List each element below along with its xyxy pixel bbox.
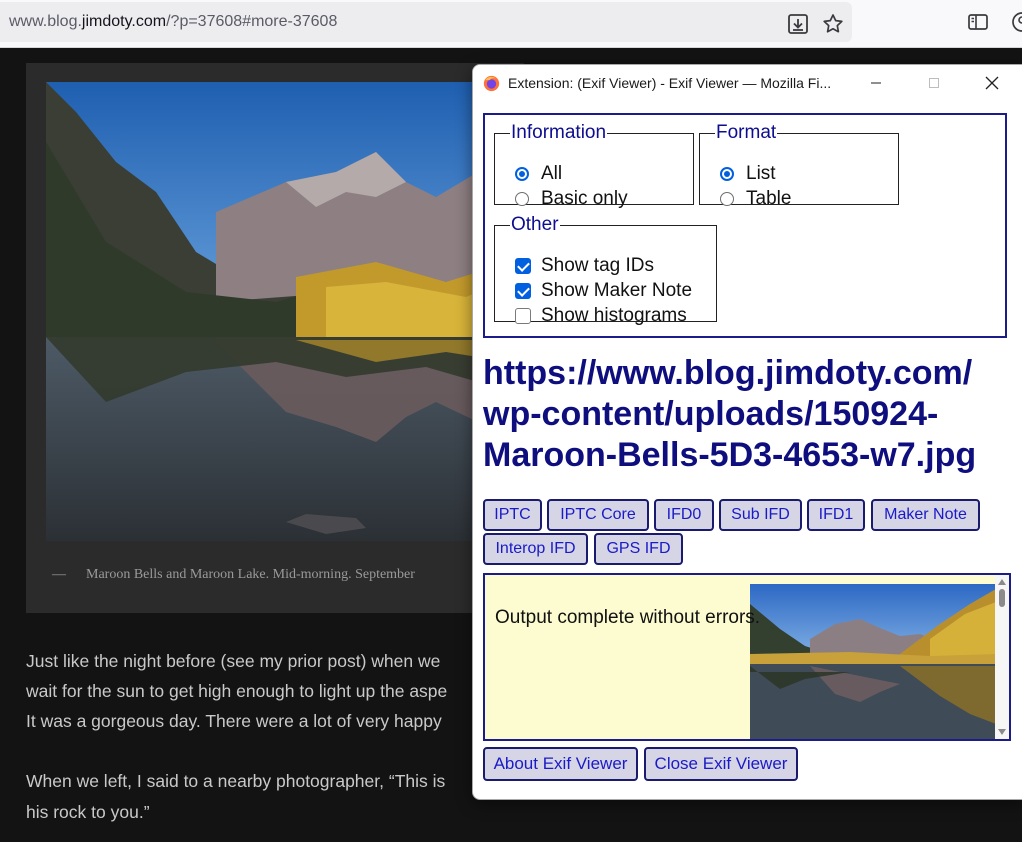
- paragraph-line: It was a gorgeous day. There were a lot …: [26, 711, 442, 731]
- caption-text: Maroon Bells and Maroon Lake. Mid-mornin…: [86, 567, 415, 582]
- option-label: All: [541, 163, 563, 184]
- account-icon[interactable]: [1010, 10, 1022, 34]
- option-label: Show tag IDs: [541, 255, 654, 276]
- iptc-button[interactable]: IPTC: [483, 499, 542, 531]
- show-histograms-option[interactable]: Show histograms: [515, 305, 687, 327]
- information-option-all[interactable]: All: [515, 163, 562, 185]
- maker-note-button[interactable]: Maker Note: [871, 499, 980, 531]
- thumbnail-photo: [750, 584, 996, 739]
- checkbox[interactable]: [515, 258, 531, 274]
- information-option-basic[interactable]: Basic only: [515, 188, 628, 210]
- format-group: Format List Table: [699, 122, 899, 209]
- exif-viewer-window: Extension: (Exif Viewer) - Exif Viewer —…: [472, 64, 1022, 800]
- checkbox[interactable]: [515, 308, 531, 324]
- download-icon[interactable]: [786, 12, 810, 36]
- window-title: Extension: (Exif Viewer) - Exif Viewer —…: [508, 75, 832, 91]
- information-legend: Information: [511, 122, 607, 143]
- format-option-table[interactable]: Table: [720, 188, 791, 210]
- bookmark-star-icon[interactable]: [821, 12, 845, 36]
- sidebar-icon[interactable]: [966, 10, 990, 34]
- output-panel[interactable]: Output complete without errors.: [483, 573, 1011, 741]
- paragraph-line: When we left, I said to a nearby photogr…: [26, 771, 446, 791]
- caption-dash: —: [52, 567, 66, 582]
- maximize-button[interactable]: [911, 65, 957, 101]
- format-option-list[interactable]: List: [720, 163, 776, 185]
- close-icon: [985, 76, 999, 90]
- minimize-button[interactable]: [853, 65, 899, 101]
- ifd1-button[interactable]: IFD1: [807, 499, 865, 531]
- minimize-icon: [871, 82, 881, 84]
- output-scrollbar[interactable]: [995, 575, 1009, 739]
- url-bar[interactable]: www.blog.jimdoty.com/?p=37608#more-37608: [0, 2, 852, 42]
- close-exif-viewer-button[interactable]: Close Exif Viewer: [644, 747, 798, 781]
- url-text[interactable]: www.blog.jimdoty.com/?p=37608#more-37608: [9, 13, 337, 31]
- iptc-core-button[interactable]: IPTC Core: [547, 499, 649, 531]
- url-prefix: www.blog.: [9, 13, 82, 30]
- firefox-logo-icon: [483, 75, 500, 92]
- blog-photo[interactable]: [46, 82, 478, 541]
- radio-button[interactable]: [720, 192, 734, 206]
- maroon-bells-photo: [46, 82, 478, 541]
- gps-ifd-button[interactable]: GPS IFD: [594, 533, 683, 565]
- about-exif-viewer-button[interactable]: About Exif Viewer: [483, 747, 638, 781]
- output-status-text: Output complete without errors.: [495, 607, 761, 628]
- other-group: Other Show tag IDs Show Maker Note Show …: [494, 214, 717, 326]
- sub-ifd-button[interactable]: Sub IFD: [719, 499, 802, 531]
- paragraph-line: wait for the sun to get high enough to l…: [26, 681, 448, 701]
- other-legend: Other: [511, 214, 559, 235]
- browser-toolbar: www.blog.jimdoty.com/?p=37608#more-37608: [0, 0, 1022, 48]
- interop-ifd-button[interactable]: Interop IFD: [483, 533, 588, 565]
- information-group: Information All Basic only: [494, 122, 694, 209]
- radio-button[interactable]: [515, 192, 529, 206]
- option-label: List: [746, 163, 776, 184]
- image-url-line: wp-content/uploads/150924-: [483, 395, 939, 433]
- paragraph-line: his rock to you.”: [26, 802, 150, 822]
- scroll-down-arrow-icon[interactable]: [998, 729, 1006, 735]
- options-panel: Information All Basic only Format List T…: [483, 113, 1007, 338]
- radio-button[interactable]: [720, 167, 734, 181]
- blog-figure: — Maroon Bells and Maroon Lake. Mid-morni…: [26, 63, 524, 613]
- format-legend: Format: [716, 122, 777, 143]
- photo-caption: — Maroon Bells and Maroon Lake. Mid-morni…: [52, 567, 415, 583]
- scrollbar-thumb[interactable]: [999, 589, 1005, 607]
- image-url-line: https://www.blog.jimdoty.com/: [483, 354, 973, 392]
- option-label: Basic only: [541, 188, 628, 209]
- close-window-button[interactable]: [969, 65, 1015, 101]
- radio-button[interactable]: [515, 167, 529, 181]
- ifd0-button[interactable]: IFD0: [654, 499, 714, 531]
- url-suffix: /?p=37608#more-37608: [166, 13, 338, 30]
- show-maker-note-option[interactable]: Show Maker Note: [515, 280, 692, 302]
- maximize-icon: [929, 78, 939, 88]
- option-label: Show histograms: [541, 305, 687, 326]
- option-label: Table: [746, 188, 792, 209]
- show-tag-ids-option[interactable]: Show tag IDs: [515, 255, 654, 277]
- url-domain: jimdoty.com: [81, 13, 167, 30]
- image-url-line: Maroon-Bells-5D3-4653-w7.jpg: [483, 436, 977, 474]
- scroll-up-arrow-icon[interactable]: [998, 579, 1006, 585]
- option-label: Show Maker Note: [541, 280, 693, 301]
- window-titlebar[interactable]: Extension: (Exif Viewer) - Exif Viewer —…: [473, 65, 1022, 101]
- image-url-heading: https://www.blog.jimdoty.com/ wp-content…: [483, 353, 976, 476]
- image-thumbnail: [750, 584, 996, 739]
- paragraph-line: Just like the night before (see my prior…: [26, 651, 441, 671]
- checkbox[interactable]: [515, 283, 531, 299]
